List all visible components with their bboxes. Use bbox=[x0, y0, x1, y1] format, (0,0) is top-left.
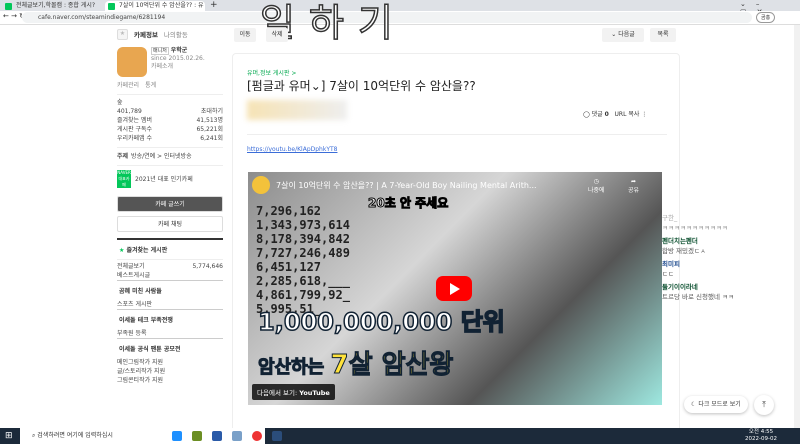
sidebar-tabs: ★ 카페정보 나의활동 bbox=[117, 27, 223, 41]
video-title[interactable]: 7살이 10억단위 수 암산을?? | A 7-Year-Old Boy Nai… bbox=[276, 180, 537, 191]
board-all[interactable]: 전체글보기 bbox=[117, 262, 145, 271]
number-board: 7,296,162 1,343,973,614 8,178,394,842 7,727… bbox=[256, 204, 350, 316]
board-best[interactable]: 베스트게시글 bbox=[117, 271, 150, 280]
delete-button[interactable]: 삭제 bbox=[266, 28, 288, 42]
post-actions: ◯ 댓글 0 URL 복사 ⋮ bbox=[583, 111, 648, 118]
start-icon[interactable]: ⊞ bbox=[5, 431, 13, 441]
chat-overlay: 구한_ ㅋㅋㅋㅋㅋㅋㅋㅋㅋㅋㅋ 펜더치는펜더 합방 재밌겠ㄷㅅ 최미피 ㄷㄷ 둘… bbox=[662, 214, 734, 301]
post-title: [펌글과 유머⌄] 7살이 10억단위 수 암산을?? bbox=[247, 79, 476, 93]
more-icon[interactable]: ⋮ bbox=[641, 111, 647, 118]
moon-icon: ☾ bbox=[691, 401, 697, 408]
channel-avatar[interactable] bbox=[252, 176, 270, 194]
board-link[interactable]: 유머,정보 게시판 > bbox=[247, 68, 296, 77]
watch-later-button[interactable]: ◷ 나중에 bbox=[588, 178, 605, 194]
next-post-button[interactable]: ⌄ 다음글 bbox=[602, 28, 644, 42]
chrome-icon[interactable] bbox=[252, 431, 262, 441]
taskbar-search[interactable]: ⌕ 검색하려면 여기에 입력하십시 bbox=[20, 428, 265, 444]
tab-my-activity[interactable]: 나의활동 bbox=[164, 29, 188, 39]
tab-2[interactable]: 7살이 10억단위 수 암산을?? : 유 bbox=[105, 1, 205, 11]
watch-on-youtube[interactable]: 다음에서 보기: YouTube bbox=[252, 384, 335, 400]
share-button[interactable]: ➦ 공유 bbox=[628, 178, 639, 194]
vscode-icon[interactable] bbox=[212, 431, 222, 441]
profile-button[interactable]: 곰홍 bbox=[756, 12, 776, 23]
tab-cafe-info[interactable]: 카페정보 bbox=[134, 29, 158, 39]
youtube-embed[interactable]: 7살이 10억단위 수 암산을?? | A 7-Year-Old Boy Nai… bbox=[248, 172, 662, 405]
youtube-link[interactable]: https://youtu.be/KlApDphkYT8 bbox=[247, 146, 337, 153]
sidebar: ★ 카페정보 나의활동 매니저 우학군 since 2015.02.26. 카페… bbox=[117, 27, 223, 427]
comment-icon: ◯ bbox=[583, 111, 590, 118]
dark-mode-button[interactable]: ☾ 다크 모드로 보기 bbox=[684, 396, 748, 413]
minecraft-icon[interactable] bbox=[192, 431, 202, 441]
cafe-logo bbox=[117, 47, 147, 77]
chat-button[interactable]: 카페 채팅 bbox=[117, 216, 223, 232]
list-button[interactable]: 목록 bbox=[650, 28, 676, 42]
taskbar: ⊞ ⌕ 검색하려면 여기에 입력하십시 오전 4:55 2022-09-02 bbox=[0, 428, 800, 444]
author-blurred bbox=[247, 100, 347, 120]
clock[interactable]: 오전 4:55 2022-09-02 bbox=[745, 429, 777, 443]
scrollbar[interactable] bbox=[794, 25, 800, 428]
scroll-top-button[interactable]: ⤒ bbox=[754, 395, 774, 415]
write-button[interactable]: 카페 글쓰기 bbox=[117, 196, 223, 212]
star-icon[interactable]: ★ bbox=[117, 28, 128, 40]
play-button[interactable] bbox=[436, 276, 472, 301]
app-icon[interactable] bbox=[232, 431, 242, 441]
tab-1[interactable]: 전체글보기,학몰캠 : 종합 게시? bbox=[2, 1, 102, 11]
new-tab-button[interactable]: + bbox=[210, 0, 218, 10]
favorites-header[interactable]: ★ 즐겨찾는 게시판 bbox=[117, 238, 223, 259]
edge-icon[interactable] bbox=[172, 431, 182, 441]
steam-icon[interactable] bbox=[272, 431, 282, 441]
move-button[interactable]: 이동 bbox=[234, 28, 256, 42]
